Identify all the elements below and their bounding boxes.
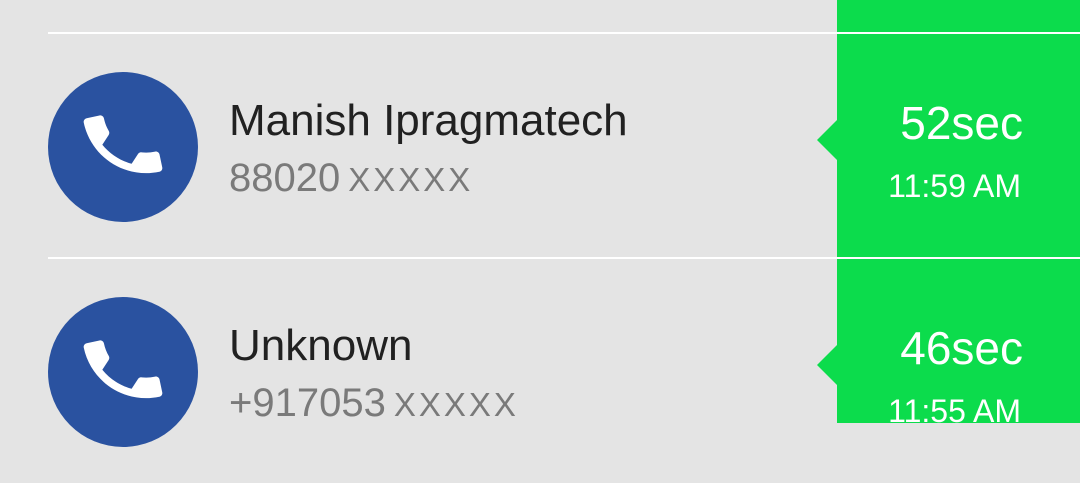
duration-notch — [817, 345, 837, 385]
call-avatar — [48, 297, 198, 447]
duration-notch — [817, 120, 837, 160]
call-duration: 46sec — [900, 322, 1023, 374]
call-avatar — [48, 72, 198, 222]
call-log-item[interactable]: Manish Ipragmatech 88020 XXXXX 52sec 11:5… — [0, 34, 1080, 258]
call-log-item[interactable]: Unknown +917053 XXXXX 46sec 11:55 AM — [0, 259, 1080, 483]
caller-name: Unknown — [229, 321, 413, 370]
call-time: 11:55 AM — [888, 393, 1021, 429]
call-time: 11:59 AM — [888, 168, 1021, 204]
phone-icon — [78, 325, 168, 420]
caller-number-digits: +917053 — [229, 381, 386, 425]
caller-number: 88020 XXXXX — [229, 156, 473, 201]
caller-number-digits: 88020 — [229, 156, 341, 200]
caller-name: Manish Ipragmatech — [229, 96, 628, 145]
caller-number: +917053 XXXXX — [229, 381, 519, 426]
phone-icon — [78, 100, 168, 195]
call-duration: 52sec — [900, 97, 1023, 149]
caller-number-mask: XXXXX — [393, 386, 519, 423]
caller-number-mask: XXXXX — [348, 161, 474, 198]
